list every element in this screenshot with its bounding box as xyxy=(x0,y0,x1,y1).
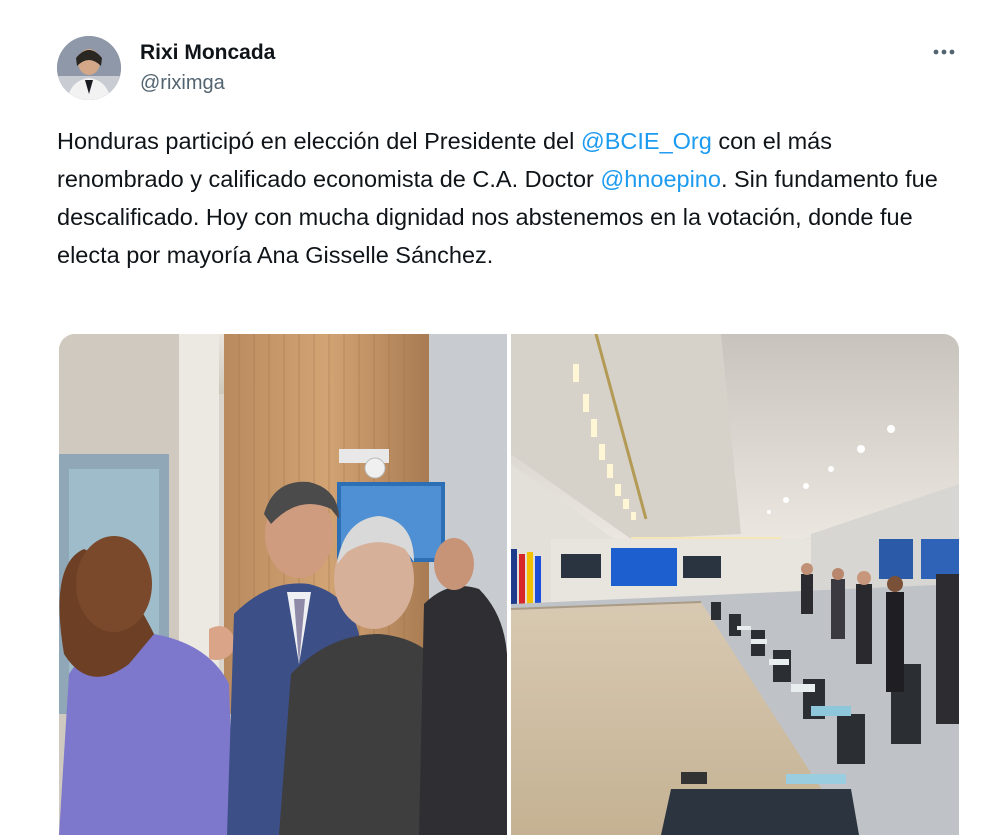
author-avatar[interactable] xyxy=(57,36,121,100)
photo-conference-room[interactable] xyxy=(511,334,959,835)
officials-photo-image xyxy=(59,334,507,835)
conference-room-photo-image xyxy=(511,334,959,835)
author-display-name[interactable]: Rixi Moncada xyxy=(140,40,275,66)
tweet-card: Rixi Moncada @riximga Honduras participó… xyxy=(0,0,1006,835)
mention-bcie-org[interactable]: @BCIE_Org xyxy=(581,128,712,154)
profile-photo-icon xyxy=(57,36,121,100)
author-handle[interactable]: @riximga xyxy=(140,70,275,96)
photo-officials-conversation[interactable] xyxy=(59,334,507,835)
tweet-text: Honduras participó en elección del Presi… xyxy=(57,122,962,274)
more-options-icon xyxy=(933,49,955,55)
author-info: Rixi Moncada @riximga xyxy=(140,40,275,96)
mention-hnoepino[interactable]: @hnoepino xyxy=(600,166,721,192)
tweet-text-segment: Honduras participó en elección del Presi… xyxy=(57,128,581,154)
more-options-button[interactable] xyxy=(926,38,962,66)
media-grid xyxy=(59,334,959,835)
